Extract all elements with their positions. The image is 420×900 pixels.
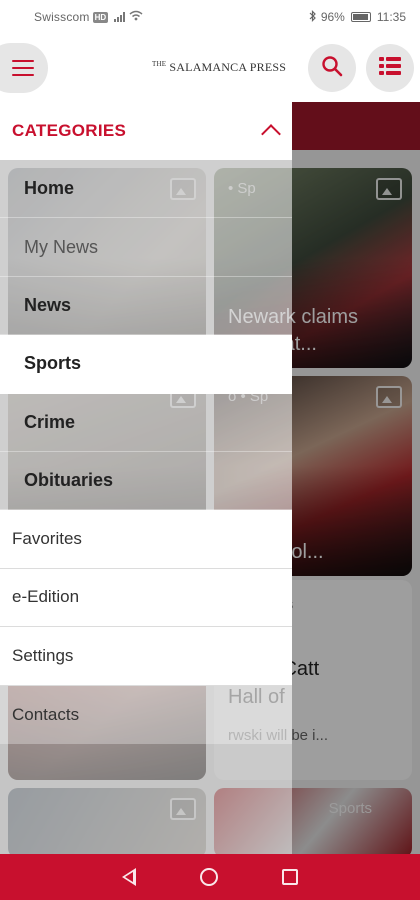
back-icon[interactable]: [122, 868, 136, 886]
app-logo: THE SALAMANCA PRESS: [152, 60, 287, 74]
hamburger-icon: [12, 60, 34, 76]
search-icon: [321, 55, 343, 82]
status-bar: Swisscom HD 96% 11:35: [0, 0, 420, 34]
carrier-name: Swisscom: [34, 10, 90, 24]
logo-text: SALAMANCA PRESS: [169, 60, 287, 74]
wifi-icon: [129, 10, 143, 24]
signal-icon: [114, 12, 126, 22]
category-item-obituaries[interactable]: Obituaries: [0, 451, 292, 511]
category-item-home[interactable]: Home: [0, 160, 292, 219]
drawer-item-settings[interactable]: Settings: [0, 627, 292, 686]
clock: 11:35: [376, 10, 406, 24]
recents-icon[interactable]: [282, 869, 298, 885]
category-item-news[interactable]: News: [0, 276, 292, 336]
categories-header[interactable]: CATEGORIES: [0, 102, 292, 160]
bluetooth-icon: [309, 9, 317, 25]
system-nav-bar: [0, 854, 420, 900]
drawer-item-e-edition[interactable]: e-Edition: [0, 568, 292, 628]
list-icon: [379, 56, 401, 81]
gallery-icon: [376, 178, 402, 200]
drawer-item-contacts[interactable]: Contacts: [0, 685, 292, 744]
hd-badge: HD: [92, 11, 109, 23]
battery-percent: 96%: [320, 10, 345, 24]
navigation-drawer: CATEGORIES Home My News News Sports Crim…: [0, 102, 292, 854]
chevron-up-icon: [261, 124, 281, 144]
search-button[interactable]: [308, 44, 356, 92]
battery-icon: [350, 12, 371, 22]
category-item-crime[interactable]: Crime: [0, 393, 292, 452]
categories-title: CATEGORIES: [12, 121, 127, 140]
menu-button[interactable]: [0, 43, 48, 93]
category-item-sports[interactable]: Sports: [0, 335, 292, 394]
sections-button[interactable]: [366, 44, 414, 92]
drawer-item-favorites[interactable]: Favorites: [0, 510, 292, 569]
card-meta: Sports: [328, 800, 372, 817]
home-icon[interactable]: [200, 868, 218, 886]
gallery-icon: [376, 386, 402, 408]
category-item-my-news[interactable]: My News: [0, 218, 292, 277]
app-header: THE SALAMANCA PRESS: [0, 34, 420, 102]
